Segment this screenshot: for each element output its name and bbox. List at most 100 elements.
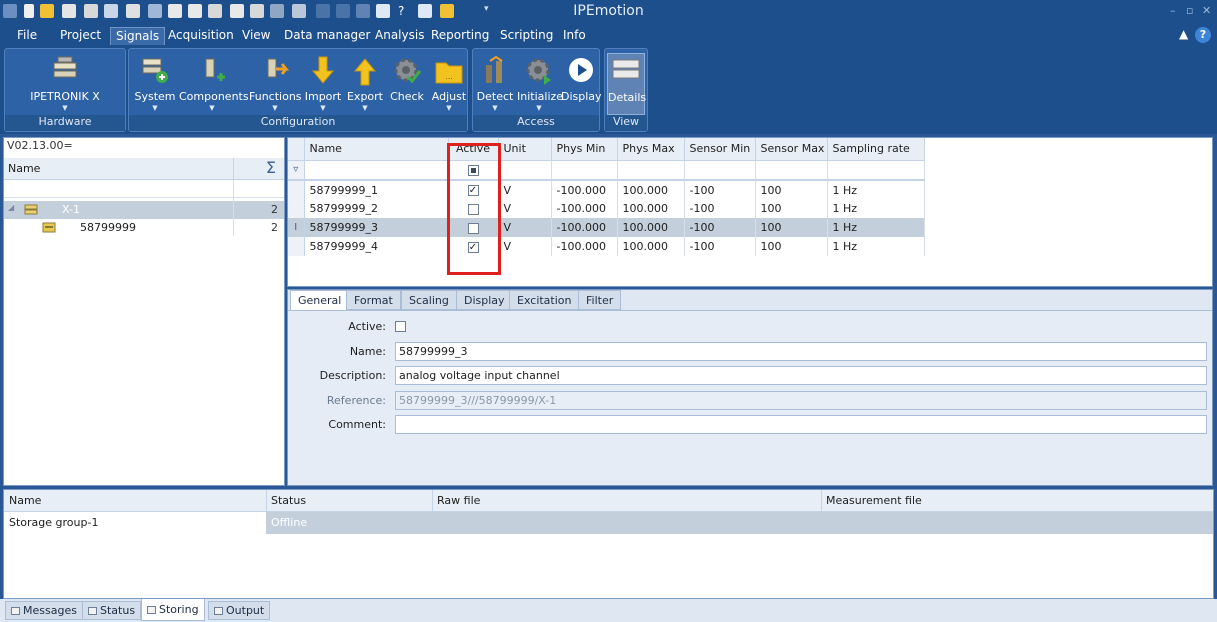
tab-general[interactable]: General — [290, 290, 350, 311]
table-row[interactable]: 58799999_1 ✓ V -100.000 100.000 -100 100… — [288, 180, 925, 199]
cell-sensor-min[interactable]: -100 — [684, 237, 756, 256]
system-button[interactable]: System ▼ — [133, 53, 177, 115]
tree-filter-row[interactable] — [4, 180, 284, 198]
menu-acquisition[interactable]: Acquisition — [163, 27, 239, 45]
filter-cell-phys-min[interactable] — [551, 160, 618, 181]
filter-cell-sensor-min[interactable] — [684, 160, 756, 181]
tab-storing[interactable]: Storing — [141, 599, 205, 621]
display-button[interactable]: Display — [561, 53, 602, 115]
cell-unit[interactable]: V — [498, 199, 552, 218]
menu-scripting[interactable]: Scripting — [495, 27, 558, 45]
cell-phys-max[interactable]: 100.000 — [617, 218, 685, 237]
close-icon[interactable]: ✕ — [1202, 4, 1211, 17]
column-header-sensor-max[interactable]: Sensor Max — [755, 138, 828, 161]
storage-group-status[interactable]: Offline — [266, 512, 1213, 534]
check-button[interactable]: Check — [387, 53, 427, 115]
import-button[interactable]: Import ▼ — [303, 53, 343, 115]
cell-sensor-min[interactable]: -100 — [684, 180, 756, 199]
tab-status[interactable]: Status — [82, 601, 142, 620]
table-row[interactable]: 58799999_4 ✓ V -100.000 100.000 -100 100… — [288, 237, 925, 256]
cell-sensor-max[interactable]: 100 — [755, 218, 828, 237]
cell-unit[interactable]: V — [498, 218, 552, 237]
storage-col-status[interactable]: Status — [271, 494, 306, 507]
filter-cell-phys-max[interactable] — [617, 160, 685, 181]
active-checkbox[interactable] — [395, 321, 406, 332]
expand-arrow-icon[interactable]: ◢ — [8, 203, 14, 212]
tab-display[interactable]: Display — [456, 290, 513, 310]
cell-rate[interactable]: 1 Hz — [827, 180, 925, 199]
tree-header-name[interactable]: Name — [8, 162, 40, 175]
cell-rate[interactable]: 1 Hz — [827, 199, 925, 218]
column-header-phys-max[interactable]: Phys Max — [617, 138, 685, 161]
cell-unit[interactable]: V — [498, 237, 552, 256]
cell-rate[interactable]: 1 Hz — [827, 237, 925, 256]
cell-phys-min[interactable]: -100.000 — [551, 218, 618, 237]
tab-excitation[interactable]: Excitation — [509, 290, 580, 310]
components-button[interactable]: Components ▼ — [179, 53, 249, 115]
filter-cell-rate[interactable] — [827, 160, 925, 181]
ribbon-collapse-icon[interactable]: ▲ — [1179, 27, 1188, 41]
menu-analysis[interactable]: Analysis — [370, 27, 429, 45]
cell-name[interactable]: 58799999_1 — [304, 180, 449, 199]
menu-signals[interactable]: Signals — [110, 27, 166, 45]
cell-sensor-max[interactable]: 100 — [755, 199, 828, 218]
tree-node-x1[interactable]: ◢ X-1 2 — [4, 201, 284, 219]
tab-messages[interactable]: Messages — [5, 601, 83, 620]
tree-node-58799999[interactable]: 58799999 2 — [4, 219, 284, 237]
column-header-sampling-rate[interactable]: Sampling rate — [827, 138, 925, 161]
storage-col-name[interactable]: Name — [9, 494, 41, 507]
cell-phys-max[interactable]: 100.000 — [617, 199, 685, 218]
menu-project[interactable]: Project — [55, 27, 106, 45]
tab-filter[interactable]: Filter — [578, 290, 622, 310]
filter-cell-unit[interactable] — [498, 160, 552, 181]
initialize-button[interactable]: Initialize ▼ — [517, 53, 563, 115]
table-row[interactable]: Storage group-1 Offline — [4, 512, 1213, 534]
storage-col-measurement-file[interactable]: Measurement file — [826, 494, 922, 507]
cell-name[interactable]: 58799999_4 — [304, 237, 449, 256]
table-row-selected[interactable]: I 58799999_3 V -100.000 100.000 -100 100… — [288, 218, 925, 237]
storage-group-name[interactable]: Storage group-1 — [4, 512, 266, 534]
restore-icon[interactable]: ▫ — [1186, 4, 1193, 17]
cell-phys-min[interactable]: -100.000 — [551, 180, 618, 199]
minimize-icon[interactable]: – — [1170, 4, 1176, 17]
cell-name[interactable]: 58799999_2 — [304, 199, 449, 218]
cell-phys-max[interactable]: 100.000 — [617, 237, 685, 256]
menu-info[interactable]: Info — [558, 27, 591, 45]
tab-output[interactable]: Output — [208, 601, 271, 620]
menu-reporting[interactable]: Reporting — [426, 27, 494, 45]
details-button[interactable]: Details — [607, 53, 646, 115]
storage-col-raw-file[interactable]: Raw file — [437, 494, 480, 507]
cell-phys-max[interactable]: 100.000 — [617, 180, 685, 199]
menu-file[interactable]: File — [12, 27, 42, 45]
export-button[interactable]: Export ▼ — [345, 53, 385, 115]
column-header-unit[interactable]: Unit — [498, 138, 552, 161]
description-field[interactable] — [395, 366, 1207, 385]
tab-format[interactable]: Format — [346, 290, 401, 310]
cell-sensor-max[interactable]: 100 — [755, 180, 828, 199]
ipetronik-x-button[interactable]: IPETRONIK X ▼ — [25, 53, 105, 115]
filter-icon[interactable]: ▿ — [288, 160, 305, 181]
cell-unit[interactable]: V — [498, 180, 552, 199]
menu-view[interactable]: View — [237, 27, 275, 45]
sum-icon[interactable]: Σ — [266, 158, 276, 177]
filter-cell-name[interactable] — [304, 160, 449, 181]
cell-sensor-min[interactable]: -100 — [684, 218, 756, 237]
cell-sensor-max[interactable]: 100 — [755, 237, 828, 256]
name-field[interactable] — [395, 342, 1207, 361]
menu-data-manager[interactable]: Data manager — [279, 27, 375, 45]
cell-name[interactable]: 58799999_3 — [304, 218, 449, 237]
cell-phys-min[interactable]: -100.000 — [551, 199, 618, 218]
detect-button[interactable]: Detect ▼ — [475, 53, 515, 115]
column-header-sensor-min[interactable]: Sensor Min — [684, 138, 756, 161]
comment-field[interactable] — [395, 415, 1207, 434]
functions-button[interactable]: Functions ▼ — [249, 53, 302, 115]
filter-cell-sensor-max[interactable] — [755, 160, 828, 181]
table-row[interactable]: 58799999_2 V -100.000 100.000 -100 100 1… — [288, 199, 925, 218]
cell-phys-min[interactable]: -100.000 — [551, 237, 618, 256]
tab-scaling[interactable]: Scaling — [401, 290, 457, 310]
adjust-button[interactable]: ... Adjust ▼ — [429, 53, 469, 115]
column-header-name[interactable]: Name — [304, 138, 449, 161]
column-header-phys-min[interactable]: Phys Min — [551, 138, 618, 161]
cell-sensor-min[interactable]: -100 — [684, 199, 756, 218]
cell-rate[interactable]: 1 Hz — [827, 218, 925, 237]
